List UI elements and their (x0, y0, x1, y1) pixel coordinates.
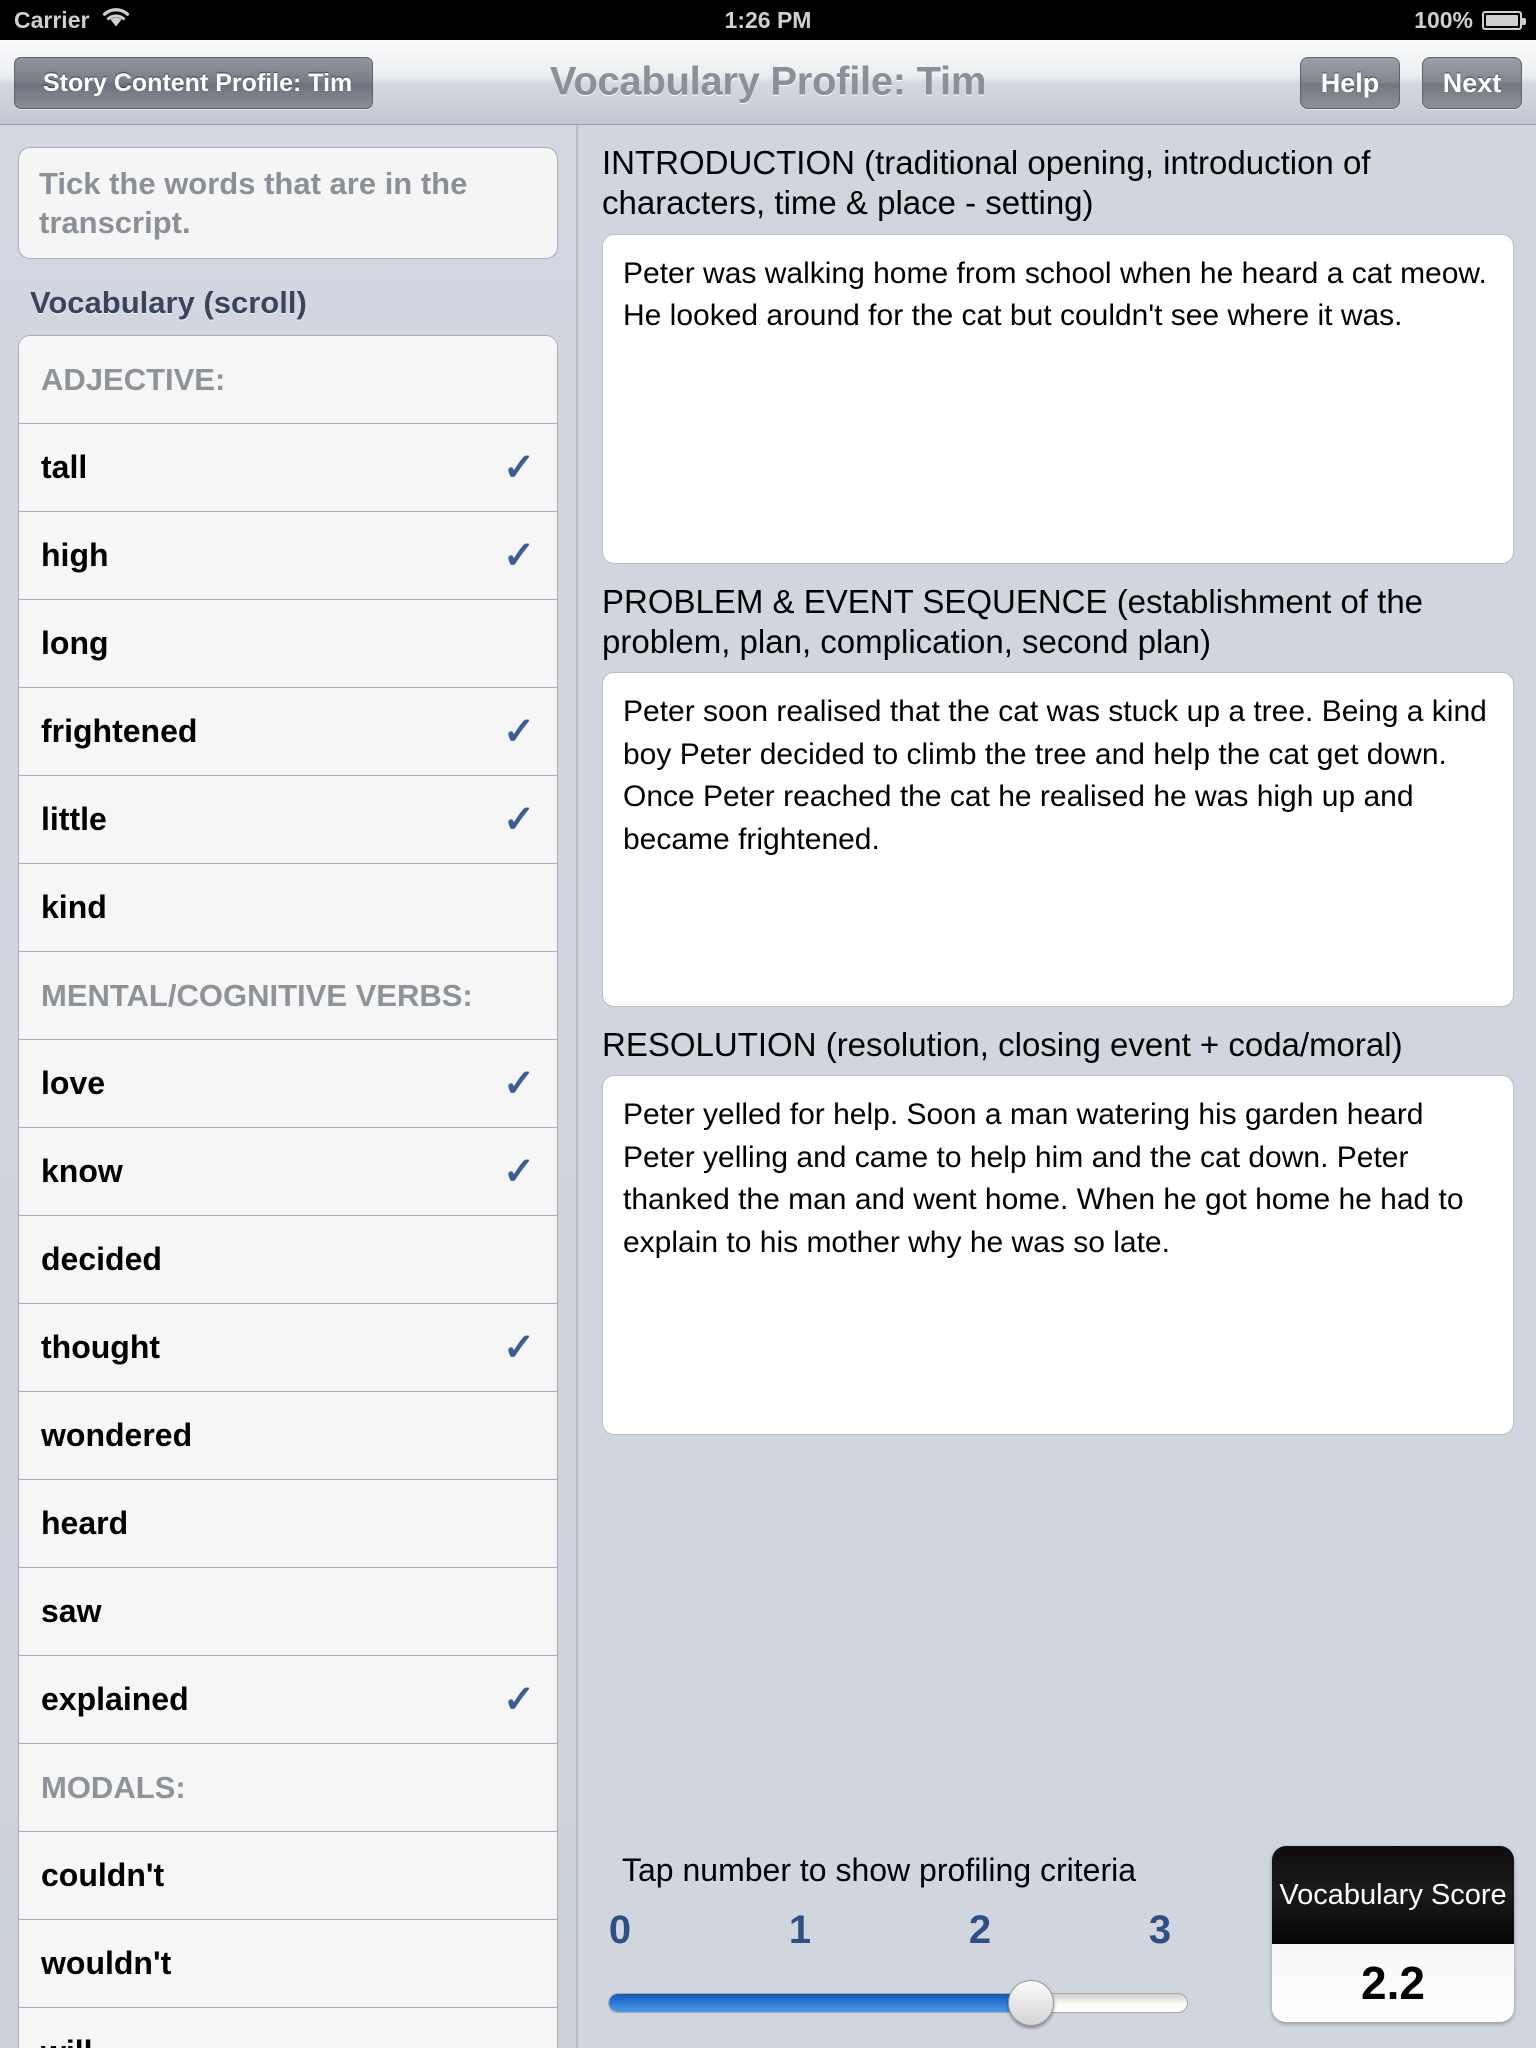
word-label: high (41, 537, 109, 574)
word-label: know (41, 1153, 123, 1190)
battery-full-icon (1482, 10, 1526, 30)
word-label: love (41, 1065, 106, 1102)
help-button[interactable]: Help (1300, 57, 1400, 109)
problem-heading: PROBLEM & EVENT SEQUENCE (establishment … (602, 582, 1424, 660)
word-label: explained (41, 1681, 189, 1718)
vocabulary-word-row[interactable]: couldn't (19, 1832, 557, 1921)
battery-percent-label: 100% (1414, 6, 1473, 33)
scale-number-1[interactable]: 1 (780, 1908, 820, 1953)
word-label: little (41, 801, 107, 838)
check-icon: ✓ (503, 1326, 535, 1369)
tap-hint-label: Tap number to show profiling criteria (622, 1852, 1137, 1888)
vocabulary-score-card: Vocabulary Score 2.2 (1272, 1846, 1514, 2022)
check-icon: ✓ (503, 798, 535, 841)
introduction-textbox[interactable]: Peter was walking home from school when … (602, 233, 1514, 564)
resolution-heading: RESOLUTION (resolution, closing event + … (602, 1026, 1403, 1063)
vocabulary-word-row[interactable]: little ✓ (19, 776, 557, 865)
vocabulary-word-row[interactable]: wouldn't (19, 1920, 557, 2009)
score-card-value: 2.2 (1272, 1944, 1514, 2022)
instruction-box: Tick the words that are in the transcrip… (18, 147, 558, 260)
word-label: frightened (41, 713, 198, 750)
vocabulary-word-row[interactable]: kind (19, 864, 557, 953)
scale-number-row[interactable]: 0 1 2 3 (600, 1908, 1180, 1953)
vocabulary-word-row[interactable]: frightened ✓ (19, 688, 557, 777)
vocabulary-word-row[interactable]: decided (19, 1216, 557, 1305)
vocabulary-word-row[interactable]: wondered (19, 1392, 557, 1481)
check-icon: ✓ (503, 446, 535, 489)
help-button-label: Help (1320, 67, 1380, 98)
vocabulary-category-header: MODALS: (19, 1744, 557, 1833)
vocabulary-word-row[interactable]: heard (19, 1480, 557, 1569)
word-label: saw (41, 1593, 102, 1630)
check-icon: ✓ (503, 1678, 535, 1721)
status-bar-right: 100% (1414, 6, 1526, 34)
slider-thumb[interactable] (1008, 1980, 1055, 2026)
vocabulary-category-header: MENTAL/COGNITIVE VERBS: (19, 952, 557, 1041)
word-label: heard (41, 1505, 129, 1542)
word-label: kind (41, 889, 107, 926)
introduction-heading: INTRODUCTION (traditional opening, intro… (602, 144, 1371, 222)
category-label: MODALS: (41, 1769, 186, 1805)
score-strip: Tap number to show profiling criteria 0 1… (580, 1838, 1536, 2048)
vocabulary-word-row[interactable]: know ✓ (19, 1128, 557, 1217)
status-bar-time: 1:26 PM (724, 6, 812, 33)
next-button-label: Next (1442, 67, 1502, 98)
slider-track[interactable] (608, 1993, 1188, 2013)
vocabulary-list[interactable]: ADJECTIVE: tall ✓ high ✓ long frightened ✓ littl… (18, 335, 558, 2048)
vocabulary-word-row[interactable]: will (19, 2008, 557, 2048)
vocabulary-sidebar[interactable]: Tick the words that are in the transcrip… (0, 125, 578, 2048)
word-label: tall (41, 449, 88, 486)
word-label: thought (41, 1329, 161, 1366)
resolution-textbox[interactable]: Peter yelled for help. Soon a man wateri… (602, 1075, 1514, 1436)
check-icon: ✓ (503, 710, 535, 753)
scale-number-0[interactable]: 0 (600, 1908, 640, 1953)
vocabulary-category-header: ADJECTIVE: (19, 336, 557, 425)
scale-number-3[interactable]: 3 (1140, 1908, 1180, 1953)
score-card-title: Vocabulary Score (1272, 1846, 1514, 1944)
score-slider[interactable] (608, 1980, 1188, 2026)
word-label: couldn't (41, 1857, 165, 1894)
vocabulary-word-row[interactable]: thought ✓ (19, 1304, 557, 1393)
vocabulary-word-row[interactable]: explained ✓ (19, 1656, 557, 1745)
scale-number-2[interactable]: 2 (960, 1908, 1000, 1953)
vocabulary-word-row[interactable]: saw (19, 1568, 557, 1657)
word-label: long (41, 625, 109, 662)
category-label: ADJECTIVE: (41, 361, 226, 397)
vocabulary-word-row[interactable]: long (19, 600, 557, 689)
vocabulary-list-label: Vocabulary (scroll) (30, 285, 307, 321)
slider-fill (609, 1994, 1031, 2012)
problem-textbox[interactable]: Peter soon realised that the cat was stu… (602, 672, 1514, 1007)
check-icon: ✓ (503, 1062, 535, 1105)
check-icon: ✓ (503, 1150, 535, 1193)
navigation-bar: Story Content Profile: Tim Vocabulary Pr… (0, 40, 1536, 125)
status-bar: Carrier 1:26 PM 100% (0, 0, 1536, 40)
category-label: MENTAL/COGNITIVE VERBS: (41, 977, 473, 1013)
vocabulary-word-row[interactable]: tall ✓ (19, 424, 557, 513)
word-label: wouldn't (41, 1945, 172, 1982)
word-label: will (41, 2034, 535, 2048)
check-icon: ✓ (503, 534, 535, 577)
word-label: decided (41, 1241, 162, 1278)
content-area: Tick the words that are in the transcrip… (0, 125, 1536, 2048)
story-panel: INTRODUCTION (traditional opening, intro… (580, 125, 1536, 2048)
next-button[interactable]: Next (1422, 57, 1522, 109)
vocabulary-word-row[interactable]: high ✓ (19, 512, 557, 601)
vocabulary-word-row[interactable]: love ✓ (19, 1040, 557, 1129)
word-label: wondered (41, 1417, 193, 1454)
